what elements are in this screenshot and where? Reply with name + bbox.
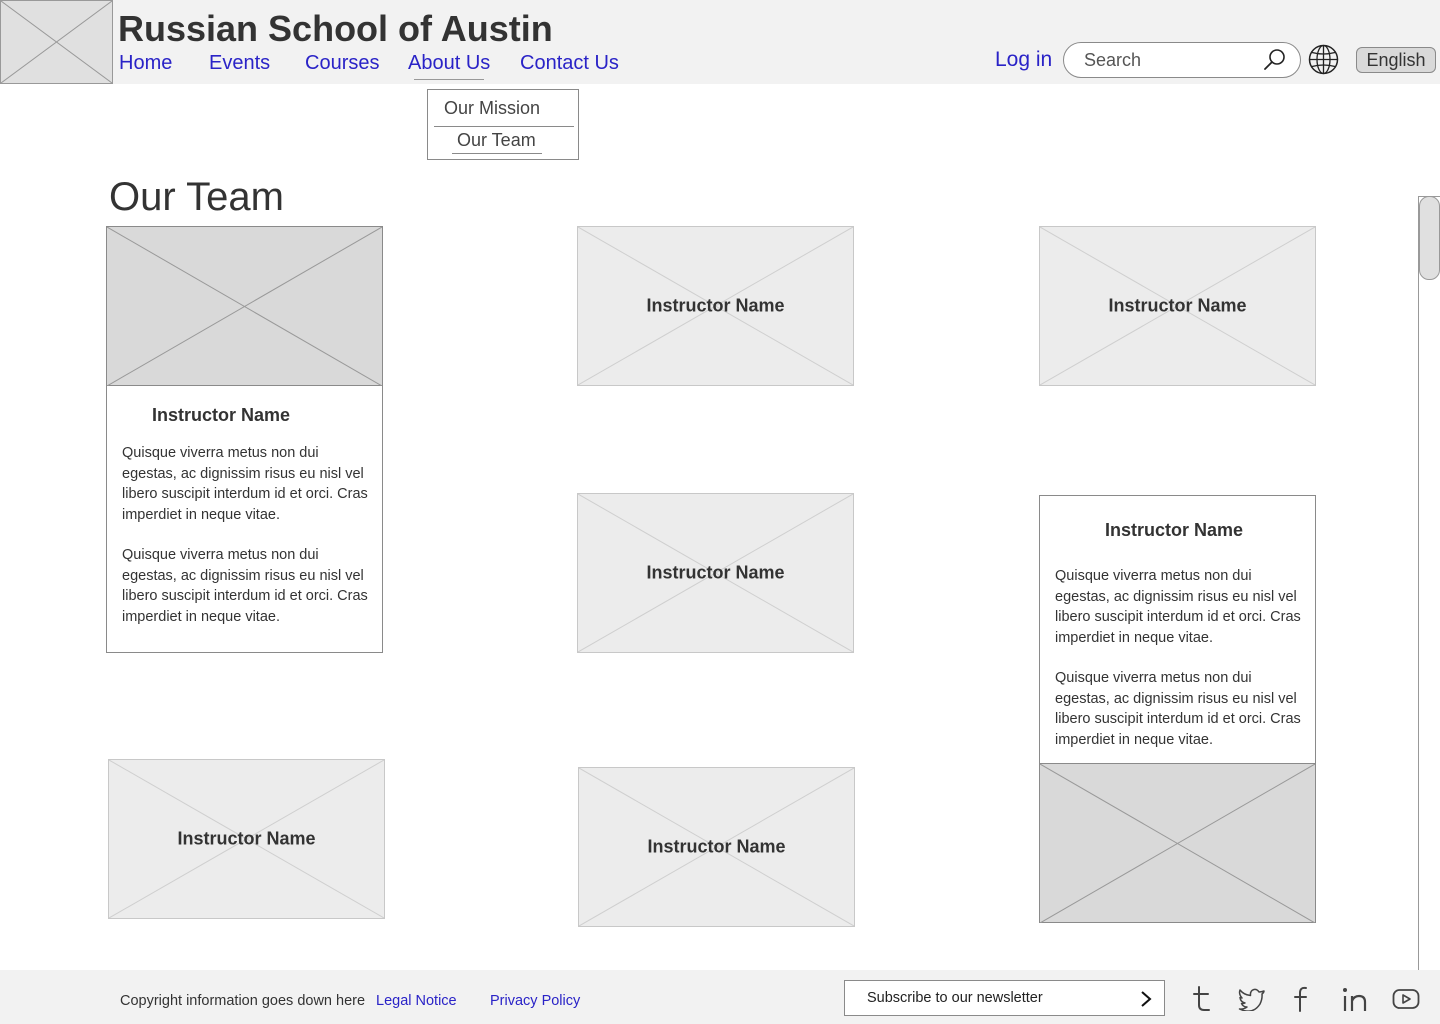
nav-item-courses[interactable]: Courses	[305, 52, 379, 75]
nav-item-events[interactable]: Events	[209, 52, 270, 75]
instructor-card[interactable]: Instructor Name	[108, 759, 385, 919]
instructor-photo-placeholder	[1040, 763, 1315, 923]
login-link[interactable]: Log in	[995, 48, 1052, 72]
copyright-text: Copyright information goes down here	[120, 993, 366, 1009]
placeholder-cross-icon	[1, 1, 112, 83]
instructor-name: Instructor Name	[646, 562, 785, 583]
twitter-icon[interactable]	[1238, 987, 1266, 1011]
instructor-bio: Quisque viverra metus non dui egestas, a…	[122, 443, 372, 627]
page-title: Our Team	[109, 175, 284, 219]
bio-paragraph: Quisque viverra metus non dui egestas, a…	[122, 547, 368, 625]
linkedin-icon[interactable]	[1341, 985, 1369, 1013]
dropdown-item-underline	[452, 153, 542, 154]
bio-paragraph: Quisque viverra metus non dui egestas, a…	[1055, 670, 1301, 748]
dropdown-item-our-mission[interactable]: Our Mission	[444, 98, 540, 119]
search-icon[interactable]	[1262, 47, 1288, 73]
youtube-icon[interactable]	[1392, 988, 1420, 1010]
tumblr-icon[interactable]	[1191, 985, 1213, 1013]
nav-item-contact-us[interactable]: Contact Us	[520, 52, 619, 75]
site-title: Russian School of Austin	[118, 8, 553, 49]
newsletter-subscribe-field[interactable]: Subscribe to our newsletter	[844, 980, 1165, 1016]
nav-item-home[interactable]: Home	[119, 52, 172, 75]
instructor-name: Instructor Name	[152, 405, 291, 425]
instructor-card[interactable]: Instructor Name	[577, 493, 854, 653]
bio-paragraph: Quisque viverra metus non dui egestas, a…	[1055, 568, 1301, 646]
placeholder-cross-icon	[107, 227, 382, 386]
privacy-policy-link[interactable]: Privacy Policy	[490, 993, 580, 1009]
facebook-icon[interactable]	[1291, 985, 1311, 1013]
dropdown-divider	[434, 126, 574, 127]
instructor-card[interactable]: Instructor Name	[578, 767, 855, 927]
instructor-photo-placeholder	[107, 227, 382, 386]
instructor-card[interactable]: Instructor Name	[1039, 226, 1316, 386]
instructor-name: Instructor Name	[177, 828, 316, 849]
placeholder-cross-icon	[1040, 764, 1315, 923]
chevron-right-icon[interactable]	[1139, 990, 1153, 1008]
instructor-name: Instructor Name	[1108, 295, 1247, 316]
logo-image-placeholder[interactable]	[0, 0, 113, 84]
about-us-dropdown-menu: Our Mission Our Team	[427, 89, 579, 160]
site-footer: Copyright information goes down here Leg…	[0, 970, 1440, 1024]
instructor-name: Instructor Name	[646, 295, 785, 316]
instructor-name: Instructor Name	[647, 836, 786, 857]
dropdown-item-our-team[interactable]: Our Team	[457, 130, 536, 151]
bio-paragraph: Quisque viverra metus non dui egestas, a…	[122, 445, 368, 523]
globe-icon[interactable]	[1308, 44, 1339, 75]
search-box	[1063, 42, 1301, 78]
newsletter-label: Subscribe to our newsletter	[867, 990, 1043, 1006]
instructor-card[interactable]: Instructor Name	[577, 226, 854, 386]
instructor-card-expanded[interactable]: Instructor Name Quisque viverra metus no…	[106, 226, 383, 653]
site-header: Russian School of Austin Home Events Cou…	[0, 0, 1440, 84]
nav-item-about-us[interactable]: About Us	[408, 52, 490, 80]
scrollbar-track[interactable]	[1418, 196, 1440, 974]
language-button[interactable]: English	[1356, 47, 1436, 73]
legal-notice-link[interactable]: Legal Notice	[376, 993, 457, 1009]
search-input[interactable]	[1084, 48, 1264, 72]
scrollbar-thumb[interactable]	[1419, 196, 1440, 280]
instructor-card-expanded[interactable]: Instructor Name Quisque viverra metus no…	[1039, 495, 1316, 923]
instructor-name: Instructor Name	[1105, 520, 1244, 540]
instructor-bio: Quisque viverra metus non dui egestas, a…	[1055, 566, 1305, 750]
